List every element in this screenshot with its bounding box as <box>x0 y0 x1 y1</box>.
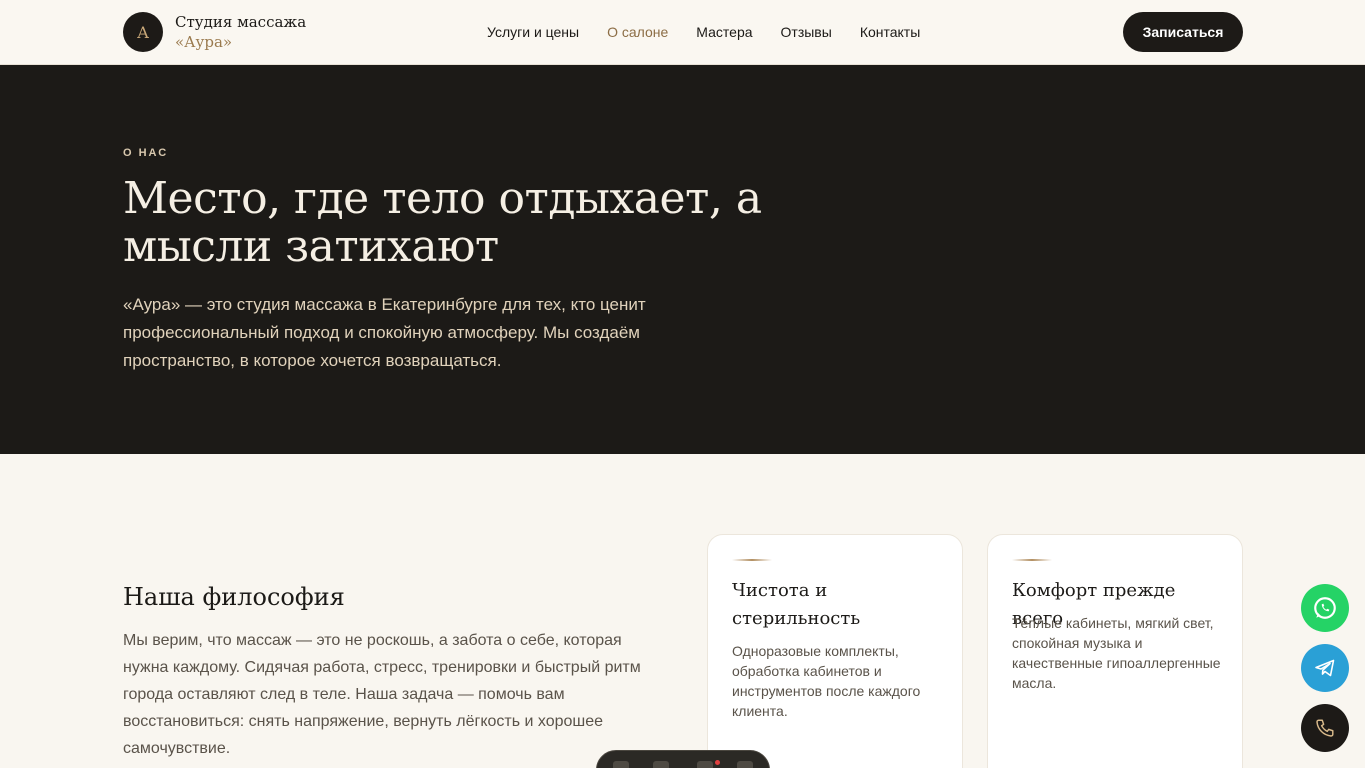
site-header: A Студия массажа «Аура» Услуги и цены О … <box>0 0 1365 65</box>
hero-section: О НАС Место, где тело отдыхает, а мысли … <box>0 65 1365 454</box>
bottom-toolbar[interactable] <box>596 750 770 768</box>
card-text: Тёплые кабинеты, мягкий свет, спокойная … <box>1012 615 1221 691</box>
hero-text: «Аура» — это студия массажа в Екатеринбу… <box>123 295 646 370</box>
logo-badge: A <box>123 12 163 52</box>
card-accent-line <box>1012 559 1052 561</box>
card-accent-line <box>732 559 772 561</box>
feature-card-cleanliness: Чистота и стерильность Одноразовые компл… <box>707 534 963 768</box>
toolbar-logo-icon[interactable] <box>613 761 629 768</box>
toolbar-brush-icon[interactable] <box>653 761 669 768</box>
logo-text: Студия массажа «Аура» <box>175 12 306 52</box>
notification-dot <box>715 760 720 765</box>
logo[interactable]: A Студия массажа «Аура» <box>123 12 306 52</box>
card-text: Одноразовые комплекты, обработка кабинет… <box>732 643 921 719</box>
whatsapp-icon <box>1314 597 1336 619</box>
hero-title: Место, где тело отдыхает, а мысли затиха… <box>123 173 762 272</box>
telegram-icon <box>1315 659 1335 677</box>
philosophy-text: Мы верим, что массаж — это не роскошь, а… <box>123 632 641 757</box>
nav-about[interactable]: О салоне <box>607 23 668 41</box>
phone-button[interactable] <box>1301 704 1349 752</box>
nav-reviews[interactable]: Отзывы <box>781 23 832 41</box>
logo-line2: «Аура» <box>175 33 233 51</box>
card-title: Чистота и стерильность <box>732 580 861 629</box>
nav-services[interactable]: Услуги и цены <box>487 23 579 41</box>
philosophy-title: Наша философия <box>123 583 345 611</box>
toolbar-settings-icon[interactable] <box>737 761 753 768</box>
main-nav: Услуги и цены О салоне Мастера Отзывы Ко… <box>487 23 920 41</box>
nav-masters[interactable]: Мастера <box>696 23 752 41</box>
phone-icon <box>1316 719 1334 737</box>
feature-card-comfort: Комфорт прежде всего Тёплые кабинеты, мя… <box>987 534 1243 768</box>
telegram-button[interactable] <box>1301 644 1349 692</box>
book-button[interactable]: Записаться <box>1123 12 1243 52</box>
nav-contacts[interactable]: Контакты <box>860 23 920 41</box>
whatsapp-button[interactable] <box>1301 584 1349 632</box>
logo-line1: Студия массажа <box>175 13 307 31</box>
hero-eyebrow: О НАС <box>123 147 169 159</box>
toolbar-menu-icon[interactable] <box>697 761 713 768</box>
